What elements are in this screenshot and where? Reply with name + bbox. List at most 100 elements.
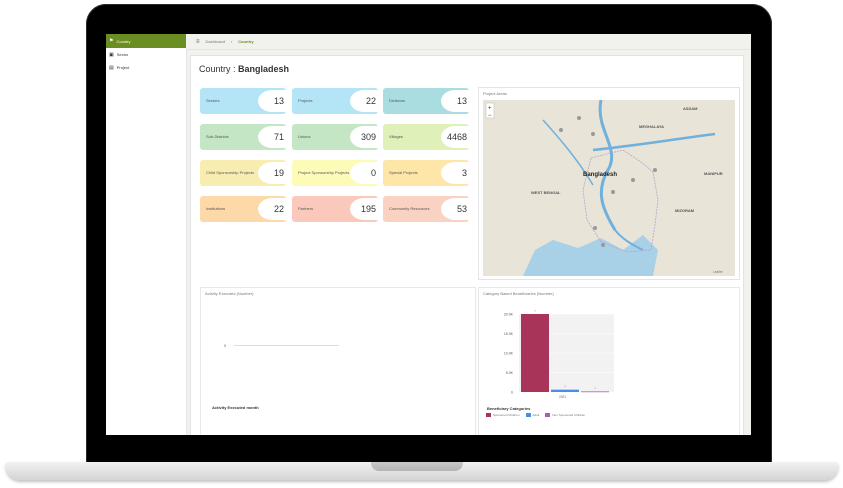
stat-card-value: 4468 bbox=[441, 126, 469, 148]
legend-item[interactable]: Adult bbox=[525, 413, 540, 418]
project-areas-map[interactable]: Bangladesh WEST BENGAL MEGHALAYA ASSAM M… bbox=[483, 100, 735, 276]
stat-card-label: Project Sponsorship Projects bbox=[298, 170, 350, 175]
bar[interactable] bbox=[581, 391, 609, 393]
y-tick-label: 20.0K bbox=[504, 313, 514, 317]
activity-footer: Activity Executed month bbox=[212, 405, 259, 410]
legend-item[interactable]: Non Sponsored Children bbox=[545, 413, 586, 418]
stat-card-value: 53 bbox=[441, 198, 469, 220]
map-attribution[interactable]: Leaflet bbox=[713, 270, 723, 274]
zoom-out-button[interactable]: − bbox=[488, 113, 492, 119]
bar[interactable] bbox=[521, 314, 549, 392]
legend-label: Sponsored Children bbox=[493, 413, 520, 417]
stat-card[interactable]: Child Sponsorship Projects 19 bbox=[200, 160, 286, 186]
sidebar-item-project[interactable]: ▤ Project bbox=[106, 61, 186, 74]
page-title-country: Bangladesh bbox=[238, 64, 290, 74]
beneficiary-footer: Beneficiary Categories bbox=[487, 406, 531, 411]
map-marker[interactable] bbox=[611, 190, 615, 194]
breadcrumb-home[interactable]: Dashboard bbox=[206, 39, 226, 44]
legend-swatch bbox=[525, 413, 531, 418]
sidebar-item-sector[interactable]: ▣ Sector bbox=[106, 48, 186, 61]
beneficiary-panel: Category Based Beneficiaries (Number) 05… bbox=[478, 287, 740, 435]
activity-panel: Activity Executed (Number) 0 Activity Ex… bbox=[200, 287, 476, 435]
stat-card-label: Partners bbox=[298, 206, 314, 211]
stat-card[interactable]: Institutions 22 bbox=[200, 196, 286, 222]
stat-card-label: Child Sponsorship Projects bbox=[206, 170, 255, 175]
activity-baseline bbox=[234, 345, 339, 346]
stat-card[interactable]: Community Resources 53 bbox=[383, 196, 469, 222]
map-label-assam: ASSAM bbox=[683, 106, 698, 111]
page-title: Country : Bangladesh bbox=[199, 64, 289, 74]
map-marker[interactable] bbox=[601, 243, 605, 247]
breadcrumb-separator: / bbox=[231, 39, 233, 44]
stat-card[interactable]: Sub-Districts 71 bbox=[200, 124, 286, 150]
stat-card-label: Special Projects bbox=[389, 170, 418, 175]
map-label-country: Bangladesh bbox=[583, 172, 617, 178]
map-label-meghalaya: MEGHALAYA bbox=[639, 124, 664, 129]
map-marker[interactable] bbox=[577, 116, 581, 120]
stat-card-value: 13 bbox=[441, 90, 469, 112]
stat-card-value: 3 bbox=[441, 162, 469, 184]
x-tick-label: 2021 bbox=[559, 395, 566, 399]
sidebar-item-label: Sector bbox=[116, 52, 129, 57]
stat-card-value: 71 bbox=[258, 126, 286, 148]
folder-icon: ▤ bbox=[109, 64, 114, 71]
beneficiary-chart: 05.0K10.0K15.0K20.0K↗↗ ↗2021 bbox=[504, 309, 614, 399]
stat-card-label: Sub-Districts bbox=[206, 134, 229, 139]
stat-card[interactable]: Unions 309 bbox=[292, 124, 378, 150]
legend-label: Adult bbox=[532, 413, 540, 417]
bar[interactable] bbox=[551, 389, 579, 392]
stat-card-label: Projects bbox=[298, 98, 313, 103]
sidebar: ⚑ Country ▣ Sector ▤ Project bbox=[106, 34, 187, 435]
flag-icon: ⚑ bbox=[109, 38, 114, 44]
stat-card-label: Community Resources bbox=[389, 206, 430, 211]
zoom-in-button[interactable]: + bbox=[488, 106, 492, 112]
legend-swatch bbox=[545, 413, 551, 418]
map-label-mizoram: MIZORAM bbox=[675, 208, 695, 213]
stat-card[interactable]: Divisions 13 bbox=[383, 88, 469, 114]
y-tick-label: 0 bbox=[511, 391, 513, 395]
map-title: Project Areas bbox=[483, 91, 507, 96]
briefcase-icon: ▣ bbox=[109, 51, 114, 58]
stat-card-value: 19 bbox=[258, 162, 286, 184]
map-marker[interactable] bbox=[631, 178, 635, 182]
stat-card[interactable]: Partners 195 bbox=[292, 196, 378, 222]
breadcrumb-current: Country bbox=[238, 39, 254, 44]
stat-card[interactable]: Project Sponsorship Projects 0 bbox=[292, 160, 378, 186]
stat-card[interactable]: Sectors 13 bbox=[200, 88, 286, 114]
map-marker[interactable] bbox=[559, 128, 563, 132]
screen: ⚑ Country ▣ Sector ▤ Project ≡ Dashboard… bbox=[106, 34, 751, 435]
stat-card-value: 309 bbox=[350, 126, 378, 148]
stat-card-value: 195 bbox=[350, 198, 378, 220]
legend-label: Non Sponsored Children bbox=[552, 413, 586, 417]
page-title-prefix: Country : bbox=[199, 64, 236, 74]
sidebar-item-country[interactable]: ⚑ Country bbox=[106, 34, 186, 48]
menu-toggle-icon[interactable]: ≡ bbox=[196, 39, 200, 45]
activity-title: Activity Executed (Number) bbox=[205, 291, 254, 296]
map-marker[interactable] bbox=[653, 168, 657, 172]
map-label-west-bengal: WEST BENGAL bbox=[531, 190, 561, 195]
stat-card-label: Institutions bbox=[206, 206, 226, 211]
stat-card[interactable]: Special Projects 3 bbox=[383, 160, 469, 186]
stat-card-value: 22 bbox=[258, 198, 286, 220]
stat-card-value: 0 bbox=[350, 162, 378, 184]
stat-card-label: Unions bbox=[298, 134, 311, 139]
legend-swatch bbox=[486, 413, 491, 418]
stat-card[interactable]: Projects 22 bbox=[292, 88, 378, 114]
content-panel: Country : Bangladesh Sectors 13 Projects 22… bbox=[190, 55, 744, 435]
map-marker[interactable] bbox=[591, 132, 595, 136]
breadcrumb: ≡ Dashboard / Country bbox=[186, 34, 751, 50]
stat-card-label: Villages bbox=[389, 134, 403, 139]
stat-card-value: 22 bbox=[350, 90, 378, 112]
stat-card-label: Divisions bbox=[389, 98, 406, 103]
y-tick-label: 10.0K bbox=[504, 352, 514, 356]
stat-card-label: Sectors bbox=[206, 98, 220, 103]
bar-value-label: ↗ bbox=[534, 309, 537, 313]
map-label-manipur: MANIPUR bbox=[704, 171, 723, 176]
sidebar-item-label: Project bbox=[116, 65, 130, 70]
map-marker[interactable] bbox=[593, 226, 597, 230]
legend-item[interactable]: Sponsored Children bbox=[486, 413, 520, 418]
beneficiary-legend: Sponsored Children Adult Non Sponsored Chi… bbox=[486, 413, 586, 418]
stat-card[interactable]: Villages 4468 bbox=[383, 124, 469, 150]
y-tick-label: 5.0K bbox=[506, 371, 514, 375]
activity-zero-label: 0 bbox=[224, 343, 227, 348]
